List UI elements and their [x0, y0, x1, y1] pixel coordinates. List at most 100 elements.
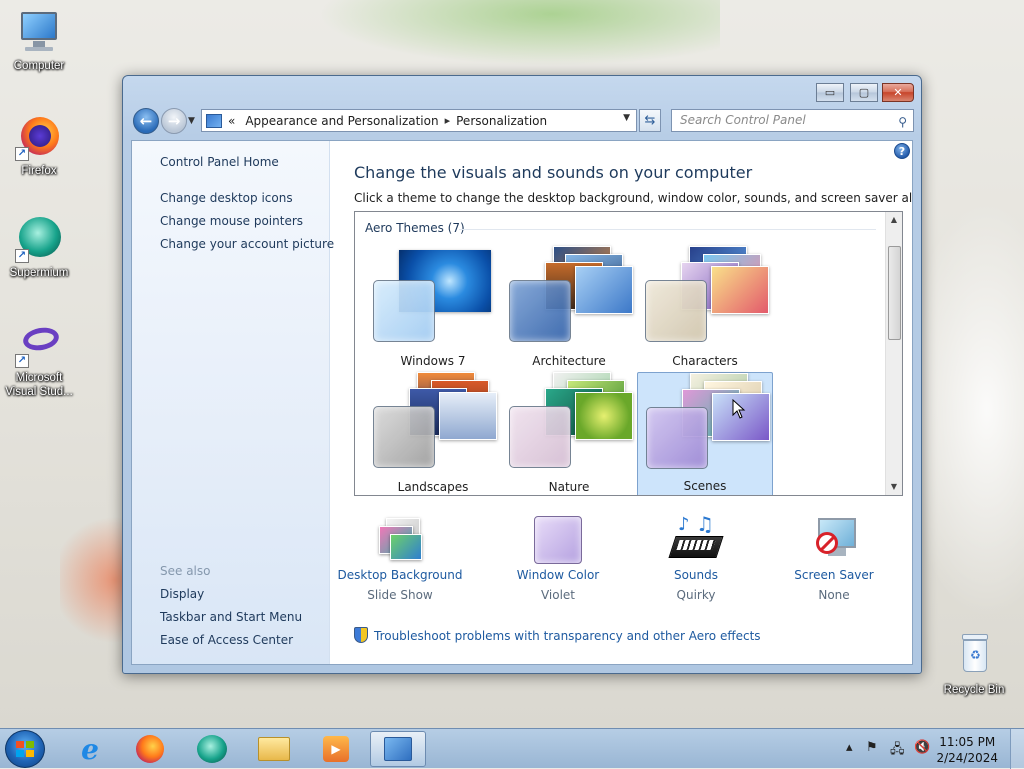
desktop-icon-visual-studio[interactable]: ↗ Microsoft Visual Stud... — [3, 320, 75, 399]
window-color-swatch — [373, 406, 435, 468]
system-clock[interactable]: 11:05 PM 2/24/2024 — [936, 734, 998, 766]
window-color-icon — [534, 516, 582, 564]
maximize-button[interactable]: ▢ — [850, 83, 878, 102]
setting-name: Desktop Background — [337, 568, 463, 582]
troubleshoot-aero-link[interactable]: Troubleshoot problems with transparency … — [354, 627, 761, 643]
close-button[interactable]: ✕ — [882, 83, 914, 102]
address-bar[interactable]: « Appearance and Personalization ▸ Perso… — [201, 109, 637, 132]
control-panel-home-link[interactable]: Control Panel Home — [160, 155, 279, 169]
folder-icon — [258, 737, 290, 761]
control-panel-icon — [384, 737, 412, 761]
search-input[interactable]: Search Control Panel ⚲ — [671, 109, 914, 132]
theme-nature[interactable]: Nature — [501, 372, 637, 495]
taskbar-internet-explorer[interactable]: e — [62, 731, 118, 767]
wallpaper-decoration — [300, 0, 720, 70]
action-center-flag-icon[interactable]: ⚑ — [866, 740, 878, 755]
volume-muted-icon[interactable]: 🔇 — [914, 740, 930, 755]
desktop-icon-firefox[interactable]: ↗ Firefox — [3, 113, 75, 178]
desktop-background-setting[interactable]: Desktop Background Slide Show — [332, 516, 468, 602]
window-color-setting[interactable]: Window Color Violet — [490, 516, 626, 602]
back-arrow-icon: ← — [139, 112, 153, 130]
display-link[interactable]: Display — [160, 587, 204, 601]
screen-saver-setting[interactable]: Screen Saver None — [766, 516, 902, 602]
mouse-cursor-icon — [732, 399, 746, 419]
ease-of-access-link[interactable]: Ease of Access Center — [160, 633, 293, 647]
theme-name: Nature — [548, 480, 590, 494]
setting-value: Quirky — [676, 588, 716, 602]
minimize-button[interactable]: ▭ — [816, 83, 844, 102]
scroll-up-icon[interactable]: ▲ — [886, 212, 902, 228]
theme-name: Windows 7 — [400, 354, 466, 368]
desktop-icon-supermium[interactable]: ↗ Supermium — [3, 215, 75, 280]
troubleshoot-link-text: Troubleshoot problems with transparency … — [374, 629, 761, 643]
change-mouse-pointers-link[interactable]: Change mouse pointers — [160, 214, 303, 228]
theme-image — [575, 392, 633, 440]
theme-landscapes[interactable]: Landscapes — [365, 372, 501, 495]
internet-explorer-icon: e — [81, 732, 99, 766]
show-hidden-icons-button[interactable]: ▴ — [846, 740, 853, 755]
theme-preview — [646, 373, 770, 469]
screen-saver-icon — [810, 516, 858, 564]
sounds-setting[interactable]: ♪ ♫ Sounds Quirky — [628, 512, 764, 602]
change-desktop-icons-link[interactable]: Change desktop icons — [160, 191, 293, 205]
scroll-down-icon[interactable]: ▼ — [886, 479, 902, 495]
network-icon[interactable]: 🖧 — [890, 740, 905, 762]
show-desktop-button[interactable] — [1010, 729, 1024, 769]
supermium-icon — [197, 735, 227, 763]
breadcrumb-overflow[interactable]: « — [228, 114, 235, 128]
window-color-swatch — [509, 280, 571, 342]
breadcrumb-separator-icon[interactable]: ▸ — [445, 114, 451, 127]
window-color-swatch — [646, 407, 708, 469]
refresh-icon: ⇆ — [644, 113, 656, 128]
desktop-icon-recycle-bin[interactable]: ♻ Recycle Bin — [938, 632, 1010, 697]
supermium-icon: ↗ — [15, 215, 63, 263]
taskbar-media-player[interactable]: ▶ — [308, 731, 364, 767]
gallery-scrollbar[interactable]: ▲ ▼ — [885, 212, 902, 495]
desktop-icon-computer[interactable]: Computer — [3, 8, 75, 73]
theme-name: Architecture — [532, 354, 606, 368]
taskbar-firefox[interactable] — [122, 731, 178, 767]
start-button[interactable] — [5, 730, 45, 768]
shortcut-arrow-icon: ↗ — [15, 354, 29, 368]
clock-date: 2/24/2024 — [936, 751, 998, 765]
address-dropdown-icon[interactable]: ▼ — [623, 113, 630, 123]
left-navigation-pane: Control Panel Home Change desktop icons … — [132, 141, 334, 664]
breadcrumb-item-appearance[interactable]: Appearance and Personalization — [245, 114, 438, 128]
taskbar-control-panel[interactable] — [370, 731, 426, 767]
forward-button[interactable]: → — [161, 108, 187, 134]
page-title: Change the visuals and sounds on your co… — [354, 163, 753, 182]
taskbar-supermium[interactable] — [184, 731, 240, 767]
refresh-button[interactable]: ⇆ — [639, 109, 661, 132]
scrollbar-thumb[interactable] — [888, 246, 901, 340]
theme-name: Landscapes — [397, 480, 469, 494]
taskbar-windows-explorer[interactable] — [246, 731, 302, 767]
theme-windows-7[interactable]: Windows 7 — [365, 246, 501, 372]
shield-icon — [354, 627, 368, 643]
group-divider — [459, 229, 876, 230]
theme-preview — [373, 372, 497, 468]
theme-preview — [509, 372, 633, 468]
desktop-icon-label: Recycle Bin — [943, 684, 1005, 696]
setting-value: Slide Show — [367, 588, 433, 602]
window-color-swatch — [645, 280, 707, 342]
taskbar-start-menu-link[interactable]: Taskbar and Start Menu — [160, 610, 302, 624]
theme-preview — [373, 250, 495, 342]
navigation-bar: ← → ▼ « Appearance and Personalization ▸… — [131, 108, 914, 134]
theme-architecture[interactable]: Architecture — [501, 246, 637, 372]
theme-scenes[interactable]: Scenes — [637, 372, 773, 495]
breadcrumb-item-personalization[interactable]: Personalization — [456, 114, 547, 128]
theme-image — [711, 266, 769, 314]
change-account-picture-link[interactable]: Change your account picture — [160, 237, 334, 251]
help-icon: ? — [898, 144, 906, 158]
firefox-icon — [136, 735, 164, 763]
help-button[interactable]: ? — [894, 143, 910, 159]
desktop-icon-label: Supermium — [9, 267, 69, 279]
back-button[interactable]: ← — [133, 108, 159, 134]
recent-pages-dropdown[interactable]: ▼ — [188, 116, 195, 126]
theme-name: Scenes — [683, 479, 727, 493]
theme-characters[interactable]: Characters — [637, 246, 773, 372]
desktop-icon-label: Firefox — [21, 165, 57, 177]
search-icon[interactable]: ⚲ — [898, 112, 907, 133]
desktop-icon-label: Microsoft Visual Stud... — [5, 372, 73, 398]
computer-icon — [15, 8, 63, 56]
